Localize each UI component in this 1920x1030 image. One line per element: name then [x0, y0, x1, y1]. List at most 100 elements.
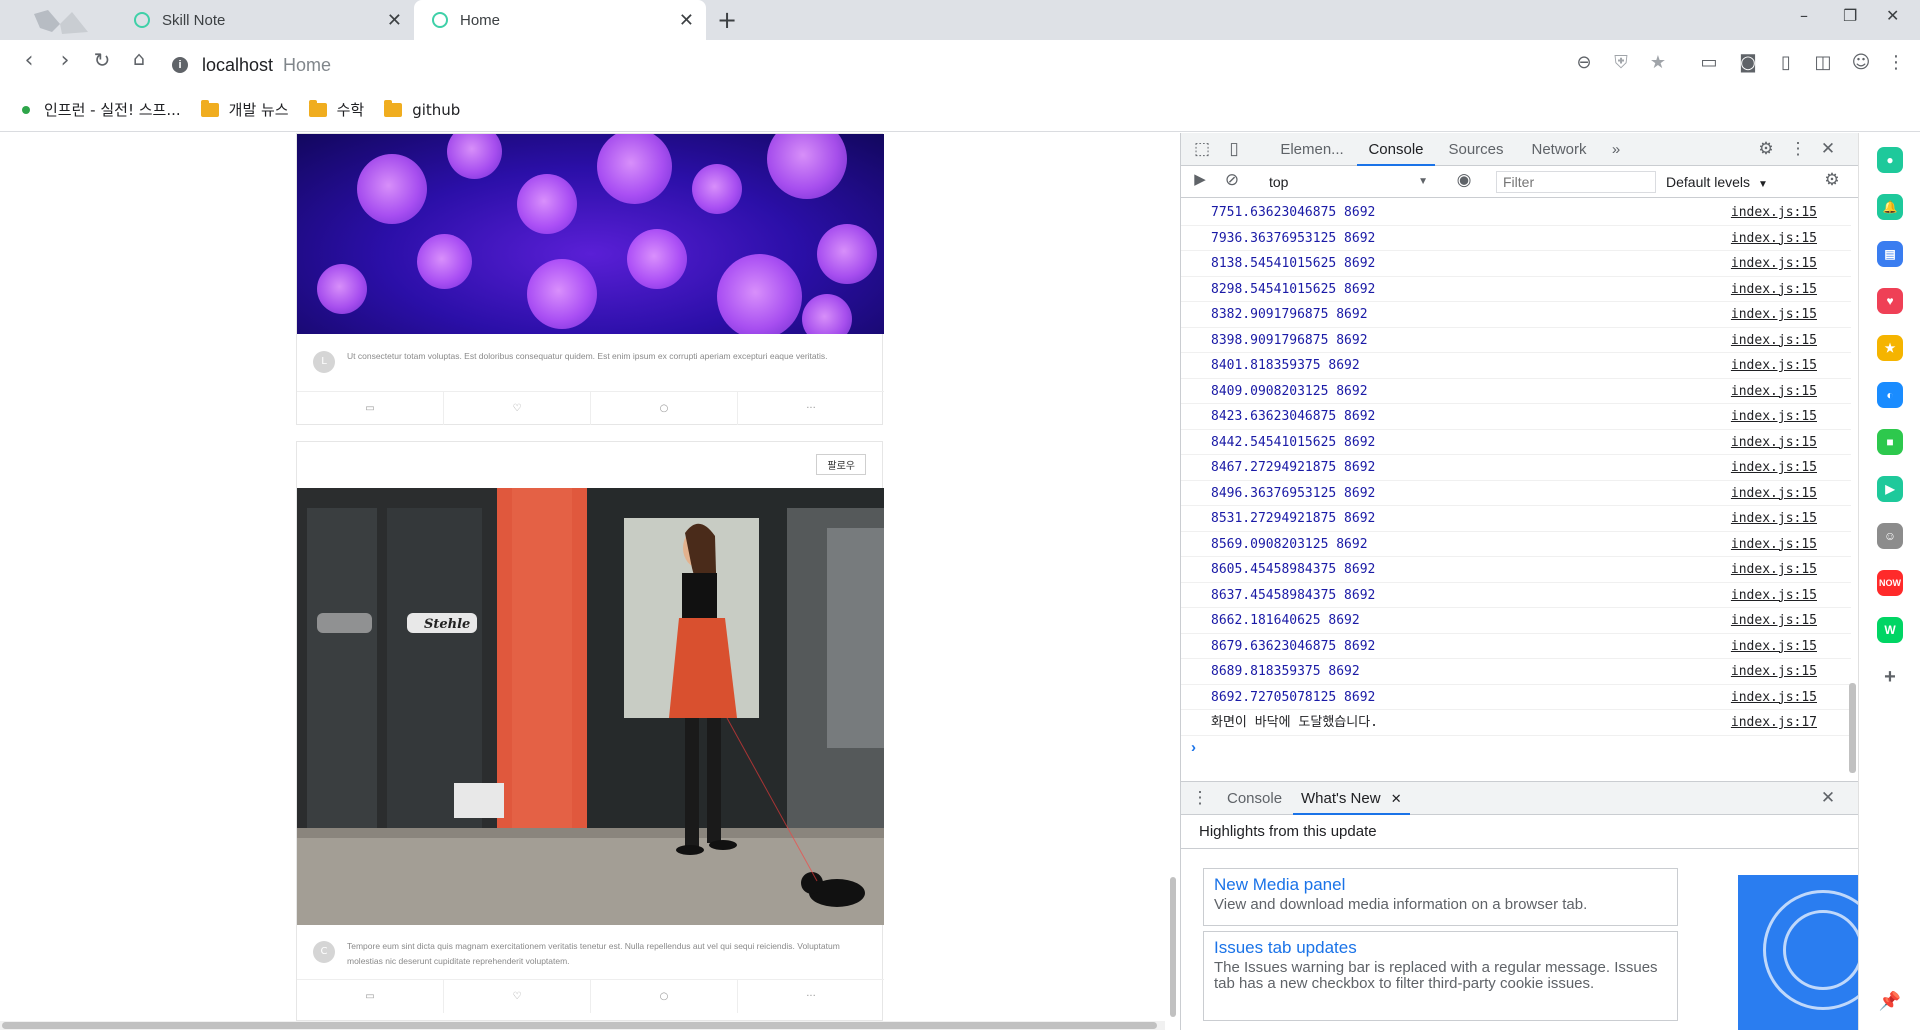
like-icon[interactable]: ♡: [444, 392, 591, 425]
music-icon[interactable]: ▶: [1877, 476, 1903, 502]
whats-new-title[interactable]: Issues tab updates: [1214, 938, 1667, 958]
close-tab-icon[interactable]: ✕: [1391, 791, 1402, 806]
filter-input[interactable]: [1496, 171, 1656, 193]
papago-icon[interactable]: ☺: [1877, 523, 1903, 549]
console-source-link[interactable]: index.js:15: [1731, 302, 1817, 327]
device-toolbar-icon[interactable]: ▯: [1223, 139, 1245, 159]
whale-space-icon[interactable]: ●: [1877, 147, 1903, 173]
like-icon[interactable]: ♡: [444, 980, 591, 1013]
now-icon[interactable]: NOW: [1877, 570, 1903, 596]
page-horizontal-scrollbar[interactable]: [0, 1021, 1165, 1030]
tab-sources[interactable]: Sources: [1439, 133, 1513, 166]
context-select[interactable]: top ▼: [1261, 170, 1436, 194]
console-source-link[interactable]: index.js:15: [1731, 404, 1817, 429]
shield-icon[interactable]: ⛨: [1610, 52, 1632, 74]
menu-icon[interactable]: ⋮: [1885, 52, 1907, 74]
restore-button[interactable]: ❐: [1843, 6, 1857, 25]
bookmark-folder-github[interactable]: github: [384, 99, 460, 119]
share-icon[interactable]: ○: [591, 980, 738, 1013]
tab-console[interactable]: Console: [1357, 133, 1435, 166]
clear-console-icon[interactable]: ⊘: [1221, 170, 1243, 190]
console-source-link[interactable]: index.js:15: [1731, 634, 1817, 659]
back-icon[interactable]: ‹: [14, 48, 44, 73]
comment-icon[interactable]: ▭: [297, 980, 444, 1013]
pocket-icon[interactable]: ♥: [1877, 288, 1903, 314]
close-icon[interactable]: ✕: [1817, 139, 1839, 159]
console-source-link[interactable]: index.js:15: [1731, 328, 1817, 353]
new-tab-button[interactable]: +: [717, 6, 737, 34]
tab-network[interactable]: Network: [1519, 133, 1599, 166]
reader-icon[interactable]: ▯: [1775, 52, 1797, 74]
follow-button[interactable]: 팔로우: [816, 454, 866, 475]
close-drawer-icon[interactable]: ✕: [1817, 788, 1839, 808]
whats-new-item[interactable]: New Media panel View and download media …: [1203, 868, 1678, 926]
console-source-link[interactable]: index.js:15: [1731, 557, 1817, 582]
sidebar-toggle-icon[interactable]: ◫: [1812, 52, 1834, 74]
more-tabs-button[interactable]: »: [1601, 133, 1631, 166]
tab-home[interactable]: Home ✕: [414, 0, 706, 40]
console-source-link[interactable]: index.js:15: [1731, 200, 1817, 225]
favorites-icon[interactable]: ★: [1877, 335, 1903, 361]
page-vertical-scrollbar[interactable]: [1170, 877, 1176, 1017]
comment-icon[interactable]: ▭: [297, 392, 444, 425]
avatar[interactable]: C: [313, 941, 335, 963]
gear-icon[interactable]: ⚙: [1755, 139, 1777, 159]
bookmark-folder-dev-news[interactable]: 개발 뉴스: [200, 99, 289, 120]
console-source-link[interactable]: index.js:15: [1731, 481, 1817, 506]
console-scrollbar[interactable]: [1849, 683, 1856, 773]
console-source-link[interactable]: index.js:15: [1731, 353, 1817, 378]
whats-new-title[interactable]: New Media panel: [1214, 875, 1667, 895]
profile-icon[interactable]: ☺: [1850, 52, 1872, 74]
reload-icon[interactable]: ↻: [87, 48, 117, 72]
tab-skill-note[interactable]: Skill Note ✕: [116, 0, 414, 40]
pin-icon[interactable]: 📌: [1877, 988, 1903, 1014]
close-tab-icon[interactable]: ✕: [679, 10, 694, 31]
console-source-link[interactable]: index.js:15: [1731, 251, 1817, 276]
more-icon[interactable]: ···: [738, 980, 884, 1013]
share-icon[interactable]: ○: [591, 392, 738, 425]
inspect-element-icon[interactable]: ⬚: [1191, 139, 1213, 159]
close-tab-icon[interactable]: ✕: [387, 10, 402, 31]
tab-elements[interactable]: Elemen...: [1267, 133, 1357, 166]
console-source-link[interactable]: index.js:15: [1731, 608, 1817, 633]
video-icon[interactable]: ▭: [1698, 52, 1720, 74]
sidebar-toggle-icon[interactable]: ▶: [1189, 170, 1211, 188]
site-info-icon[interactable]: i: [172, 57, 188, 73]
add-panel-icon[interactable]: +: [1877, 664, 1903, 690]
console-source-link[interactable]: index.js:15: [1731, 659, 1817, 684]
console-source-link[interactable]: index.js:15: [1731, 226, 1817, 251]
zoom-out-icon[interactable]: ⊖: [1573, 52, 1595, 74]
drawer-tab-console[interactable]: Console: [1227, 782, 1282, 815]
wallet-icon[interactable]: ▤: [1877, 241, 1903, 267]
drawer-menu-icon[interactable]: ⋮: [1189, 788, 1211, 808]
kebab-menu-icon[interactable]: ⋮: [1787, 139, 1809, 159]
console-source-link[interactable]: index.js:15: [1731, 430, 1817, 455]
console-source-link[interactable]: index.js:15: [1731, 685, 1817, 710]
console-source-link[interactable]: index.js:15: [1731, 506, 1817, 531]
whats-new-item[interactable]: Issues tab updates The Issues warning ba…: [1203, 931, 1678, 1021]
close-window-button[interactable]: ✕: [1886, 6, 1899, 25]
webtoon-icon[interactable]: W: [1877, 617, 1903, 643]
bookmark-inflearn[interactable]: 인프런 - 실전! 스프...: [22, 99, 181, 120]
console-source-link[interactable]: index.js:15: [1731, 277, 1817, 302]
console-source-link[interactable]: index.js:15: [1731, 379, 1817, 404]
bookmark-folder-math[interactable]: 수학: [308, 99, 364, 120]
capture-icon[interactable]: ◙: [1737, 52, 1759, 74]
eye-icon[interactable]: ◉: [1453, 170, 1475, 190]
address-bar[interactable]: i localhost Home: [172, 50, 331, 80]
console-source-link[interactable]: index.js:15: [1731, 455, 1817, 480]
bookmark-star-icon[interactable]: ★: [1647, 52, 1669, 74]
translate-icon[interactable]: ◐: [1877, 382, 1903, 408]
console-prompt-icon[interactable]: ›: [1191, 739, 1196, 756]
memo-icon[interactable]: ■: [1877, 429, 1903, 455]
console-settings-icon[interactable]: ⚙: [1821, 170, 1843, 190]
console-source-link[interactable]: index.js:15: [1731, 532, 1817, 557]
console-source-link[interactable]: index.js:17: [1731, 710, 1817, 735]
forward-icon[interactable]: ›: [50, 48, 80, 73]
avatar[interactable]: L: [313, 351, 335, 373]
home-icon[interactable]: ⌂: [124, 48, 154, 70]
log-levels-select[interactable]: Default levels ▼: [1666, 170, 1768, 197]
notification-icon[interactable]: 🔔: [1877, 194, 1903, 220]
console-source-link[interactable]: index.js:15: [1731, 583, 1817, 608]
drawer-tab-whats-new[interactable]: What's New ✕: [1293, 782, 1410, 815]
